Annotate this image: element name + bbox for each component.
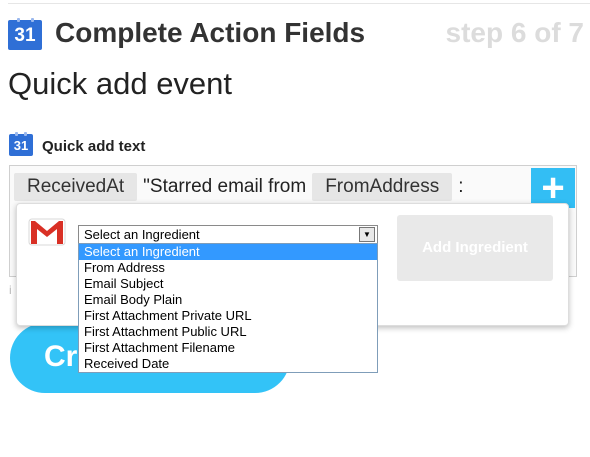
calendar-small-day: 31	[13, 138, 29, 153]
ingredient-options-list: Select an Ingredient From Address Email …	[78, 243, 378, 373]
chevron-down-icon[interactable]: ▼	[359, 227, 375, 242]
token-colon: :	[458, 176, 464, 197]
field-label: Quick add text	[42, 138, 146, 155]
calendar-small-icon: 31	[9, 132, 33, 156]
field-tokens: ReceivedAt "Starred email from FromAddre…	[14, 172, 470, 202]
option-select-ingredient[interactable]: Select an Ingredient	[79, 244, 377, 260]
background-text-fragment: i	[9, 283, 12, 297]
token-received-at[interactable]: ReceivedAt	[14, 173, 138, 201]
token-text: "Starred email from	[143, 176, 307, 197]
top-divider	[8, 3, 590, 4]
option-first-attachment-public-url[interactable]: First Attachment Public URL	[79, 324, 377, 340]
step-indicator: step 6 of 7	[445, 17, 584, 48]
add-ingredient-plus-button[interactable]: +	[531, 168, 575, 208]
ingredient-select[interactable]: Select an Ingredient ▼	[78, 225, 378, 244]
create-action-label: Cr	[44, 340, 78, 373]
token-from-address[interactable]: FromAddress	[312, 173, 453, 201]
option-email-subject[interactable]: Email Subject	[79, 276, 377, 292]
page-title: Quick add event	[8, 66, 233, 101]
gmail-icon	[28, 218, 66, 246]
calendar-day: 31	[14, 25, 36, 46]
ingredient-select-value: Select an Ingredient	[84, 227, 200, 242]
calendar-icon: 31	[8, 18, 42, 50]
header-title: Complete Action Fields	[55, 17, 366, 48]
option-received-date[interactable]: Received Date	[79, 356, 377, 372]
option-first-attachment-filename[interactable]: First Attachment Filename	[79, 340, 377, 356]
option-email-body-plain[interactable]: Email Body Plain	[79, 292, 377, 308]
add-ingredient-button[interactable]: Add Ingredient	[397, 215, 553, 281]
option-first-attachment-private-url[interactable]: First Attachment Private URL	[79, 308, 377, 324]
option-from-address[interactable]: From Address	[79, 260, 377, 276]
